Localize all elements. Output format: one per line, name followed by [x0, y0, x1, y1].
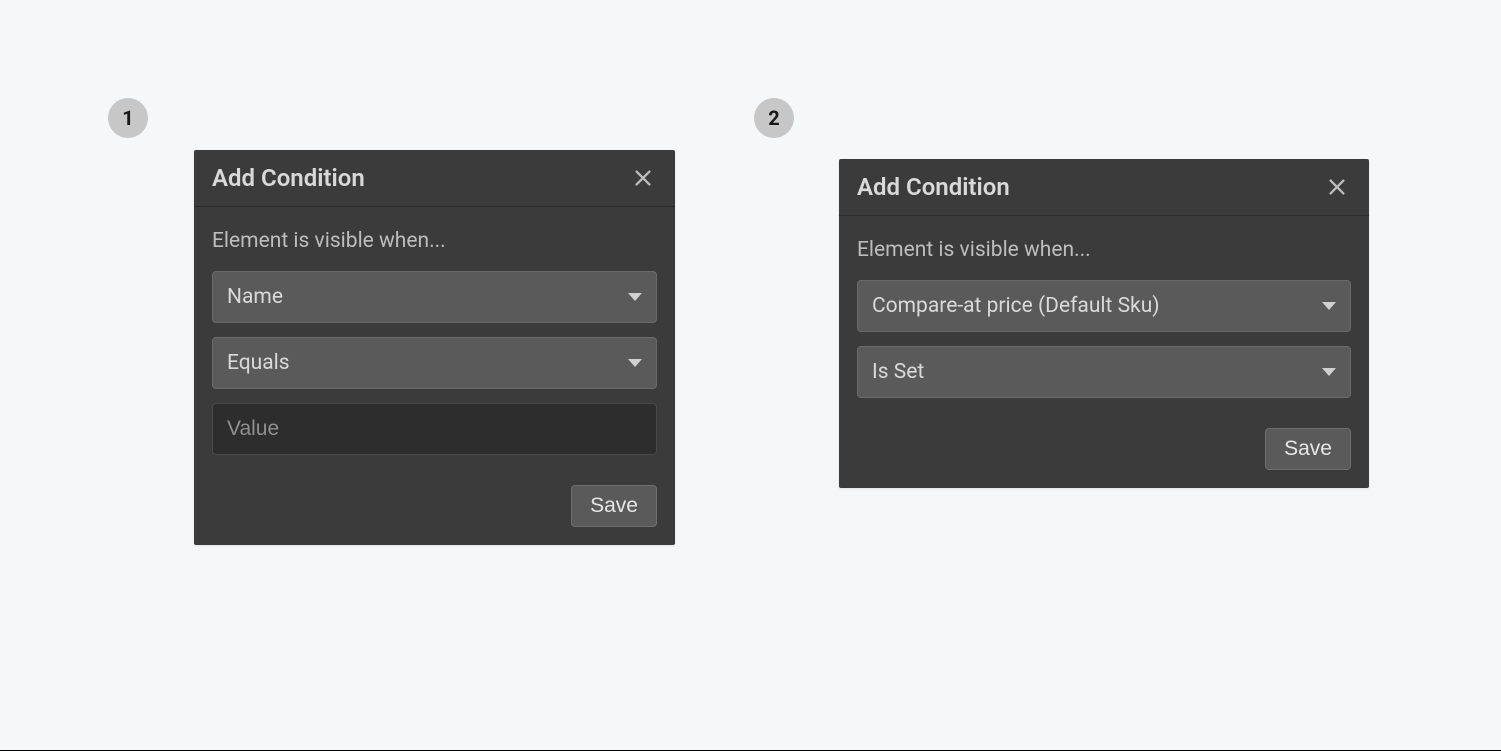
dialog-body: Element is visible when... Compare-at pr…: [839, 216, 1369, 428]
close-button[interactable]: [629, 164, 657, 192]
dialog-header: Add Condition: [194, 150, 675, 207]
save-button[interactable]: Save: [571, 485, 657, 527]
field-select[interactable]: Compare-at price (Default Sku): [857, 280, 1351, 332]
close-button[interactable]: [1323, 173, 1351, 201]
dialog-title: Add Condition: [857, 173, 1010, 201]
field-select-value: Name: [227, 285, 283, 309]
step-badge-2: 2: [754, 98, 794, 138]
condition-prompt: Element is visible when...: [857, 238, 1351, 262]
save-button[interactable]: Save: [1265, 428, 1351, 470]
dialog-header: Add Condition: [839, 159, 1369, 216]
badge-number: 1: [122, 106, 133, 130]
chevron-down-icon: [1322, 302, 1336, 310]
save-button-label: Save: [590, 494, 638, 517]
step-badge-1: 1: [108, 98, 148, 138]
add-condition-dialog-2: Add Condition Element is visible when...…: [839, 159, 1369, 488]
save-button-label: Save: [1284, 437, 1332, 460]
dialog-title: Add Condition: [212, 164, 365, 192]
badge-number: 2: [768, 106, 779, 130]
operator-select[interactable]: Is Set: [857, 346, 1351, 398]
chevron-down-icon: [628, 293, 642, 301]
dialog-body: Element is visible when... Name Equals: [194, 207, 675, 485]
dialog-footer: Save: [194, 485, 675, 545]
close-icon: [1326, 176, 1348, 198]
chevron-down-icon: [1322, 368, 1336, 376]
operator-select-value: Equals: [227, 351, 290, 375]
operator-select[interactable]: Equals: [212, 337, 657, 389]
dialog-footer: Save: [839, 428, 1369, 488]
field-select-value: Compare-at price (Default Sku): [872, 294, 1160, 318]
operator-select-value: Is Set: [872, 360, 924, 384]
field-select[interactable]: Name: [212, 271, 657, 323]
value-input[interactable]: [212, 403, 657, 455]
chevron-down-icon: [628, 359, 642, 367]
close-icon: [632, 167, 654, 189]
condition-prompt: Element is visible when...: [212, 229, 657, 253]
add-condition-dialog-1: Add Condition Element is visible when...…: [194, 150, 675, 545]
